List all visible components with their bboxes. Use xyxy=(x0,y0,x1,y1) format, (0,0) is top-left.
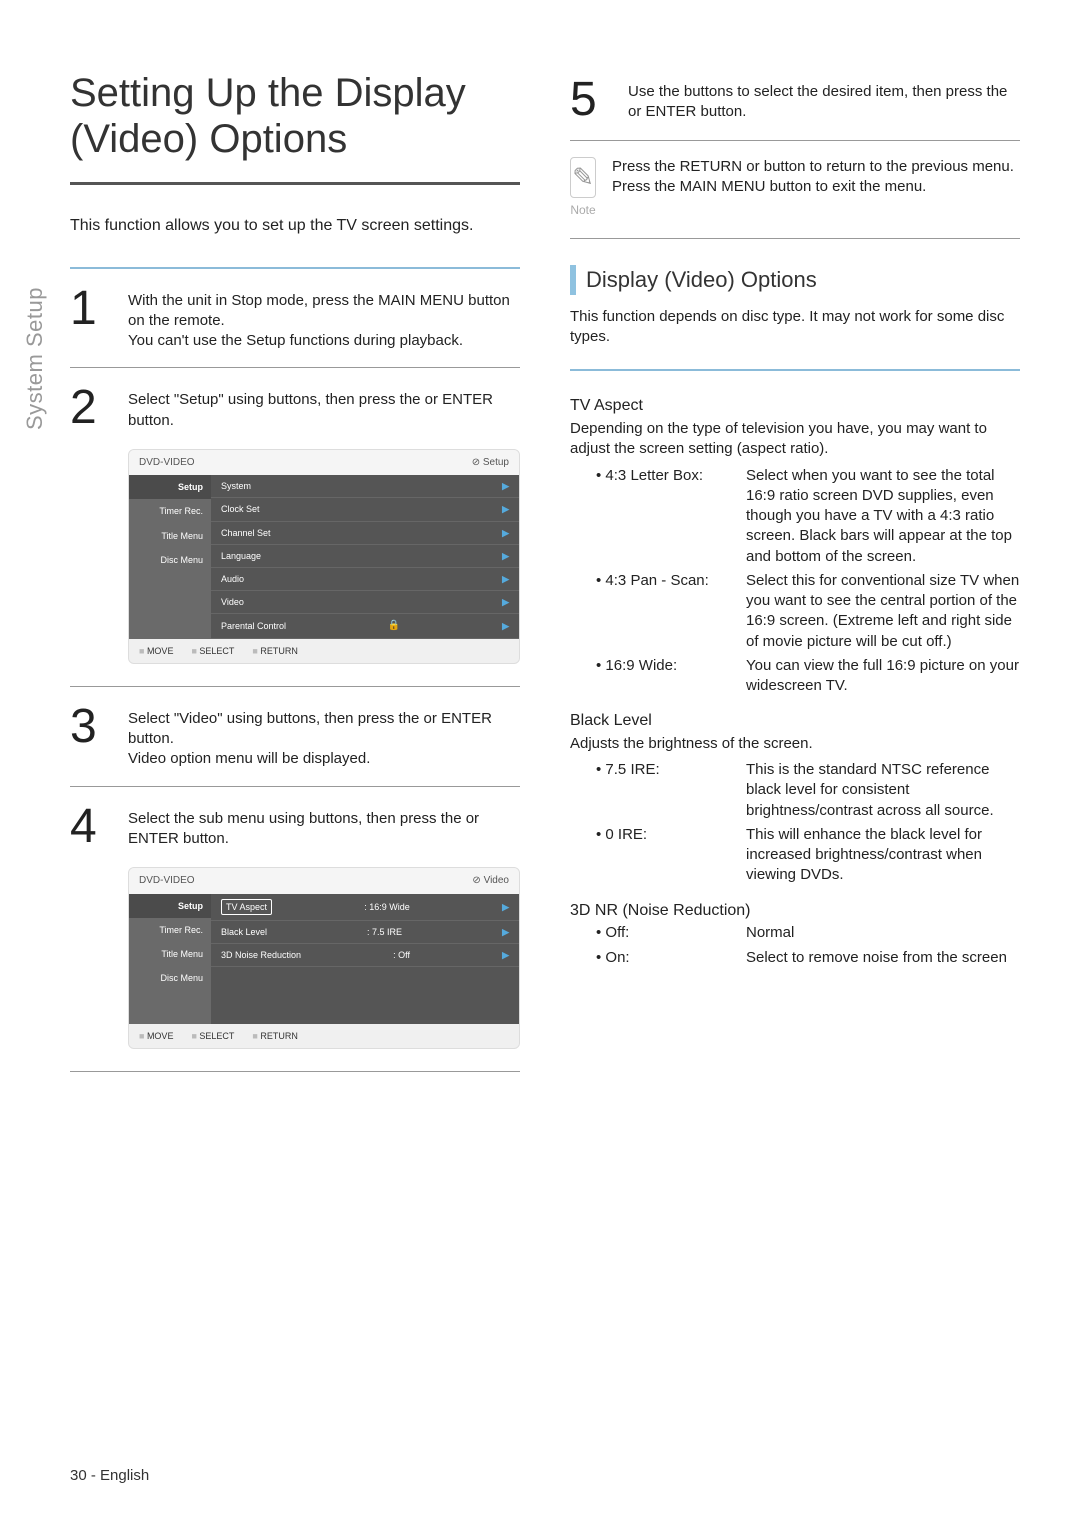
osd-side-item: Timer Rec. xyxy=(129,499,211,523)
osd-foot-select: SELECT xyxy=(191,1030,234,1042)
section-tab: System Setup xyxy=(20,287,50,430)
step-number: 1 xyxy=(70,285,110,352)
intro-text: This function allows you to set up the T… xyxy=(70,215,520,237)
osd-title: DVD-VIDEO xyxy=(139,874,195,888)
step-3: 3 Select "Video" using buttons, then pre… xyxy=(70,686,520,786)
osd-menu-video: DVD-VIDEO ⊘ Video Setup Timer Rec. Title… xyxy=(128,867,520,1049)
osd-menu-setup: DVD-VIDEO ⊘ Setup Setup Timer Rec. Title… xyxy=(128,449,520,664)
note-text: Press the RETURN or button to return to … xyxy=(612,157,1020,218)
step-4: 4 Select the sub menu using buttons, the… xyxy=(70,786,520,1072)
osd-side-item: Setup xyxy=(129,475,211,499)
osd-side-item: Setup xyxy=(129,894,211,918)
osd-side-item: Disc Menu xyxy=(129,548,211,572)
option-heading-3dnr: 3D NR (Noise Reduction) xyxy=(570,900,1020,922)
step-text: Use the buttons to select the desired it… xyxy=(628,82,1020,123)
osd-foot-select: SELECT xyxy=(191,645,234,657)
step-text: You can't use the Setup functions during… xyxy=(128,331,520,351)
option-desc: Adjusts the brightness of the screen. xyxy=(570,734,1020,754)
osd-main: TV Aspect: 16:9 Wide▶ Black Level: 7.5 I… xyxy=(211,894,519,1024)
step-text: Select the sub menu using buttons, then … xyxy=(128,809,520,850)
osd-main: System▶ Clock Set▶ Channel Set▶ Language… xyxy=(211,475,519,638)
right-column: 5 Use the buttons to select the desired … xyxy=(570,70,1020,1072)
option-heading-black-level: Black Level xyxy=(570,710,1020,732)
step-number: 5 xyxy=(570,76,610,124)
osd-sidebar: Setup Timer Rec. Title Menu Disc Menu xyxy=(129,894,211,1024)
step-number: 2 xyxy=(70,384,110,669)
osd-foot-return: RETURN xyxy=(252,1030,297,1042)
step-5: 5 Use the buttons to select the desired … xyxy=(570,76,1020,140)
section-heading: Display (Video) Options xyxy=(570,265,1020,295)
osd-foot-move: MOVE xyxy=(139,645,173,657)
osd-side-item: Title Menu xyxy=(129,942,211,966)
step-text: Select "Setup" using buttons, then press… xyxy=(128,390,520,431)
note-block: ✎ Note Press the RETURN or button to ret… xyxy=(570,140,1020,239)
page-footer: 30 - English xyxy=(70,1466,149,1486)
tv-aspect-options: 4:3 Letter Box:Select when you want to s… xyxy=(570,466,1020,697)
nr-options: Off:Normal On:Select to remove noise fro… xyxy=(570,923,1020,968)
step-1: 1 With the unit in Stop mode, press the … xyxy=(70,267,520,368)
osd-side-item: Disc Menu xyxy=(129,966,211,990)
step-2: 2 Select "Setup" using buttons, then pre… xyxy=(70,367,520,685)
page-title: Setting Up the Display (Video) Options xyxy=(70,70,520,185)
osd-badge: ⊘ Video xyxy=(472,874,509,888)
step-text: With the unit in Stop mode, press the MA… xyxy=(128,291,520,332)
osd-side-item: Timer Rec. xyxy=(129,918,211,942)
osd-foot-return: RETURN xyxy=(252,645,297,657)
step-text: Video option menu will be displayed. xyxy=(128,749,520,769)
section-desc: This function depends on disc type. It m… xyxy=(570,307,1020,348)
osd-sidebar: Setup Timer Rec. Title Menu Disc Menu xyxy=(129,475,211,638)
option-heading-tv-aspect: TV Aspect xyxy=(570,395,1020,417)
osd-side-item: Title Menu xyxy=(129,524,211,548)
left-column: Setting Up the Display (Video) Options T… xyxy=(70,70,520,1072)
step-text: Select "Video" using buttons, then press… xyxy=(128,709,520,750)
note-icon: ✎ Note xyxy=(570,157,596,218)
black-level-options: 7.5 IRE:This is the standard NTSC refere… xyxy=(570,760,1020,886)
osd-badge: ⊘ Setup xyxy=(472,456,509,470)
step-number: 3 xyxy=(70,703,110,770)
osd-foot-move: MOVE xyxy=(139,1030,173,1042)
option-desc: Depending on the type of television you … xyxy=(570,419,1020,460)
osd-title: DVD-VIDEO xyxy=(139,456,195,470)
step-number: 4 xyxy=(70,803,110,1055)
